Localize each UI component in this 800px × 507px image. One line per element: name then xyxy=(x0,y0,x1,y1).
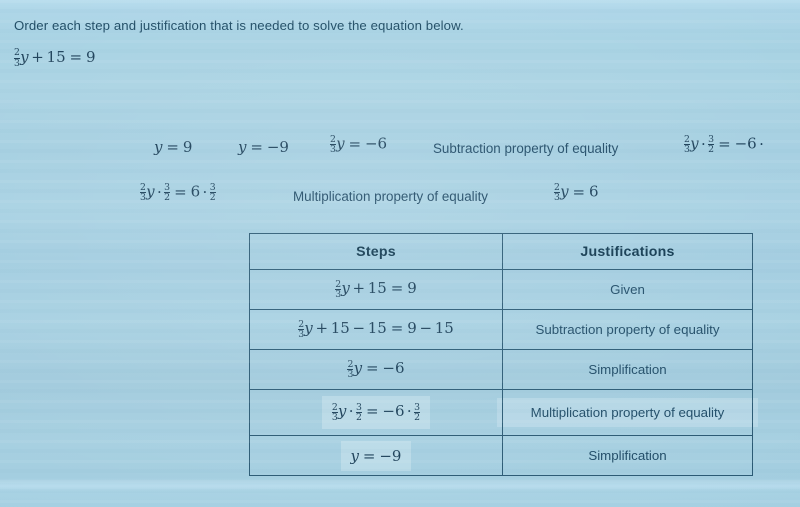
page-title: Order each step and justification that i… xyxy=(14,18,464,33)
tile-subtraction-property[interactable]: Subtraction property of equality xyxy=(433,142,618,156)
justification-cell-3[interactable]: Simplification xyxy=(502,349,753,390)
header-steps: Steps xyxy=(249,233,503,270)
step-cell-2[interactable]: 2 3 y +15−15 = 9−15 xyxy=(249,309,503,350)
table-header-row: Steps Justifications xyxy=(249,233,753,270)
tile-two-thirds-y-eq-neg6[interactable]: 2 3 y = −6 xyxy=(330,135,387,155)
justification-cell-2[interactable]: Subtraction property of equality xyxy=(502,309,753,350)
table-row: y = −9 Simplification xyxy=(249,435,753,476)
tile-mult-neg6-partial[interactable]: 2 3 y · 3 2 = −6 · xyxy=(684,135,766,155)
step-cell-1[interactable]: 2 3 y +15 = 9 xyxy=(249,269,503,310)
tile-y-eq-9[interactable]: y = 9 xyxy=(154,140,192,155)
justification-cell-5[interactable]: Simplification xyxy=(502,435,753,476)
tile-multiplication-property[interactable]: Multiplication property of equality xyxy=(293,190,488,204)
variable-y: y xyxy=(20,48,29,66)
justification-cell-1[interactable]: Given xyxy=(502,269,753,310)
worksheet-screen: Order each step and justification that i… xyxy=(0,0,800,507)
plus-operator: + xyxy=(31,48,44,66)
table-row: 2 3 y · 3 2 = −6 · 3 2 Multiplication property of … xyxy=(249,389,758,436)
equals-operator: = xyxy=(69,48,83,66)
tile-two-thirds-y-eq-6[interactable]: 2 3 y = 6 xyxy=(554,183,598,203)
tile-mult-pos6[interactable]: 2 3 y · 3 2 = 6 · 3 2 xyxy=(140,183,216,203)
steps-justifications-table: Steps Justifications 2 3 y +15 = 9 Given 2 3 y +… xyxy=(249,233,758,476)
constant-9: 9 xyxy=(85,48,96,66)
header-justifications: Justifications xyxy=(502,233,753,270)
answer-bank: y = 9 y = −9 2 3 y = −6 Subtraction property of … xyxy=(0,120,800,225)
justification-cell-4[interactable]: Multiplication property of equality xyxy=(497,389,758,436)
step-cell-5[interactable]: y = −9 xyxy=(249,435,503,476)
step-cell-3[interactable]: 2 3 y = −6 xyxy=(249,349,503,390)
step-cell-4[interactable]: 2 3 y · 3 2 = −6 · 3 2 xyxy=(249,389,503,436)
problem-equation: 2 3 y +15 = 9 xyxy=(14,48,96,68)
table-row: 2 3 y +15 = 9 Given xyxy=(249,269,753,310)
constant-15: 15 xyxy=(46,48,66,66)
tile-y-eq-neg9[interactable]: y = −9 xyxy=(238,140,289,155)
table-row: 2 3 y = −6 Simplification xyxy=(249,349,753,390)
table-row: 2 3 y +15−15 = 9−15 Subtraction property of e… xyxy=(249,309,753,350)
